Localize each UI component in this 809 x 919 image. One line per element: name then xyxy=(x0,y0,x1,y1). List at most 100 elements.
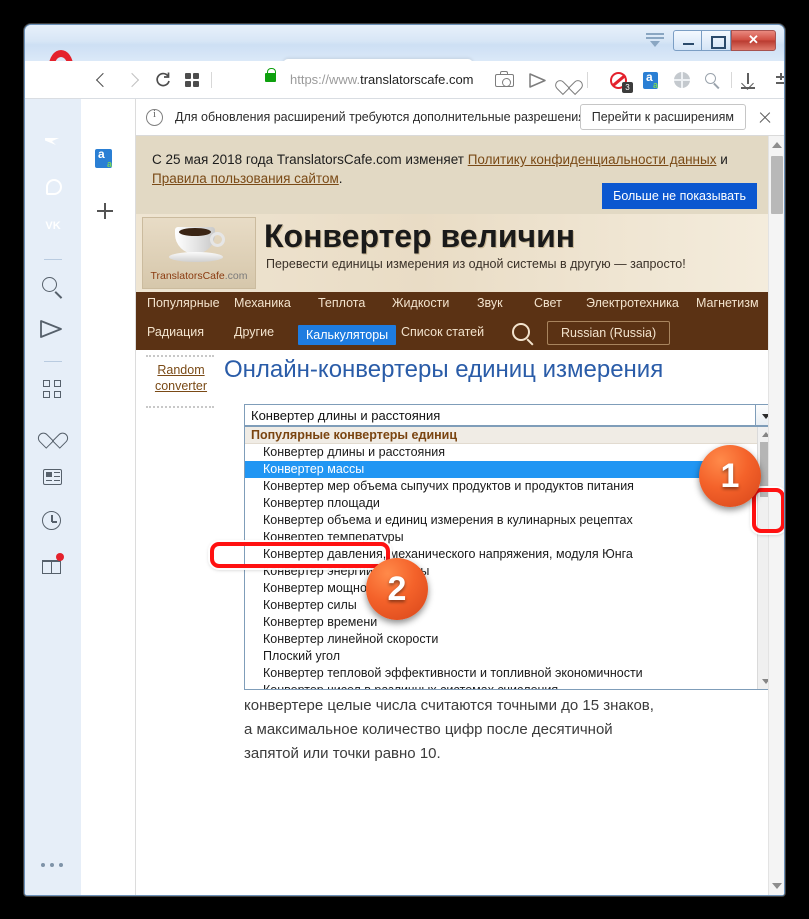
privacy-policy-link[interactable]: Политику конфиденциальности данных xyxy=(468,152,717,167)
page-scroll-thumb[interactable] xyxy=(771,156,783,214)
scroll-up-icon[interactable] xyxy=(762,432,768,437)
download-icon[interactable] xyxy=(741,71,762,90)
minimize-button[interactable] xyxy=(673,30,702,51)
favorites-heart-icon[interactable] xyxy=(38,419,68,449)
dropdown-option-power[interactable]: Конвертер мощности xyxy=(245,580,768,597)
search-icon[interactable] xyxy=(512,323,530,341)
nav-item-electrical[interactable]: Электротехника xyxy=(586,296,679,310)
site-nav-row-2: Радиация Другие Калькуляторы Список стат… xyxy=(136,319,768,350)
dropdown-option-dry-volume[interactable]: Конвертер мер объема сыпучих продуктов и… xyxy=(245,478,768,495)
dismiss-privacy-button[interactable]: Больше не показывать xyxy=(602,183,757,209)
terms-of-use-link[interactable]: Правила пользования сайтом xyxy=(152,171,339,186)
toolbar-divider xyxy=(211,72,212,88)
dropdown-option-angle[interactable]: Плоский угол xyxy=(245,648,768,665)
opera-sidebar xyxy=(25,99,81,895)
sidebar-divider xyxy=(44,259,62,260)
dropdown-option-cooking[interactable]: Конвертер объема и единиц измерения в ку… xyxy=(245,512,768,529)
screenshot-root: Lumpics.ru TC Online Unit Converters htt… xyxy=(0,0,809,919)
address-bar: https://www.translatorscafe.com 3 xyxy=(25,61,784,99)
speed-dial-icon[interactable] xyxy=(182,70,202,90)
extension-permission-bar: Для обновления расширений требуются допо… xyxy=(136,99,784,136)
page-description-text: конвертере целые числа считаются точными… xyxy=(244,697,654,762)
page-viewport: С 25 мая 2018 года TranslatorsCafe.com и… xyxy=(136,136,768,895)
divider xyxy=(146,406,214,408)
easy-setup-icon[interactable] xyxy=(775,71,784,90)
chevron-down-icon[interactable] xyxy=(755,404,768,426)
scroll-down-icon[interactable] xyxy=(762,679,768,684)
extension-panel-column xyxy=(81,99,136,895)
converter-select-input[interactable]: Конвертер длины и расстояния xyxy=(244,404,768,426)
scroll-up-icon[interactable] xyxy=(772,142,782,148)
send-icon[interactable] xyxy=(528,71,547,90)
url-text[interactable]: https://www.translatorscafe.com xyxy=(290,72,474,87)
toolbar-divider xyxy=(587,72,588,88)
nav-item-light[interactable]: Свет xyxy=(534,296,562,310)
search-icon[interactable] xyxy=(38,273,68,303)
reload-icon[interactable] xyxy=(153,70,173,90)
privacy-text-before: С 25 мая 2018 года TranslatorsCafe.com и… xyxy=(152,152,468,167)
language-selector[interactable]: Russian (Russia) xyxy=(547,321,671,345)
nav-item-other[interactable]: Другие xyxy=(234,325,274,339)
back-icon[interactable] xyxy=(91,70,111,90)
news-icon[interactable] xyxy=(38,463,68,493)
adblock-icon[interactable]: 3 xyxy=(610,71,633,93)
nav-item-heat[interactable]: Теплота xyxy=(318,296,365,310)
nav-item-sound[interactable]: Звук xyxy=(477,296,503,310)
vk-icon[interactable] xyxy=(38,215,68,245)
tab-menu-icon[interactable] xyxy=(646,31,664,49)
forward-icon[interactable] xyxy=(123,70,143,90)
logo-brand-tld: .com xyxy=(224,270,248,282)
dropdown-option-force[interactable]: Конвертер силы xyxy=(245,597,768,614)
translatorscafe-logo[interactable]: TranslatorsCafe.com xyxy=(142,217,256,289)
dropdown-option-area[interactable]: Конвертер площади xyxy=(245,495,768,512)
dropdown-option-efficiency[interactable]: Конвертер тепловой эффективности и топли… xyxy=(245,665,768,682)
dropdown-option-time[interactable]: Конвертер времени xyxy=(245,614,768,631)
toolbar-divider xyxy=(731,72,732,88)
vpn-globe-icon[interactable] xyxy=(673,71,692,90)
more-dots-icon[interactable] xyxy=(39,863,67,869)
sidebar-divider xyxy=(44,361,62,362)
annotation-marker-2: 2 xyxy=(366,558,428,620)
url-scheme: https://www. xyxy=(290,72,361,87)
url-host: translatorscafe.com xyxy=(360,72,474,87)
dropdown-option-numeral[interactable]: Конвертер чисел в различных системах счи… xyxy=(245,682,768,689)
extensions-box-icon[interactable] xyxy=(38,551,68,581)
nav-item-articles[interactable]: Список статей xyxy=(401,325,484,339)
window-controls xyxy=(673,30,776,51)
nav-item-magnetism[interactable]: Магнетизм xyxy=(696,296,759,310)
coffee-cup-icon xyxy=(169,223,225,262)
annotation-marker-1: 1 xyxy=(699,445,761,507)
random-converter-link[interactable]: Random converter xyxy=(146,362,216,394)
lock-icon[interactable] xyxy=(265,68,276,82)
divider xyxy=(146,355,214,357)
site-title: Конвертер величин xyxy=(264,218,576,254)
nav-item-popular[interactable]: Популярные xyxy=(147,296,220,310)
close-window-button[interactable] xyxy=(731,30,776,51)
nav-item-mechanics[interactable]: Механика xyxy=(234,296,291,310)
annotation-highlight-mass-option xyxy=(210,542,390,568)
whatsapp-icon[interactable] xyxy=(38,171,68,201)
nav-item-radiation[interactable]: Радиация xyxy=(147,325,204,339)
dropdown-option-velocity[interactable]: Конвертер линейной скорости xyxy=(245,631,768,648)
nav-item-liquids[interactable]: Жидкости xyxy=(392,296,449,310)
find-in-page-icon[interactable] xyxy=(703,71,722,90)
dropdown-option-mass[interactable]: Конвертер массы xyxy=(245,461,768,478)
logo-brand-text: TranslatorsCafe.com xyxy=(143,270,255,282)
history-clock-icon[interactable] xyxy=(38,507,68,537)
dropdown-option-length[interactable]: Конвертер длины и расстояния xyxy=(245,444,768,461)
abbyy-translator-icon[interactable] xyxy=(642,70,661,90)
abbyy-panel-icon[interactable] xyxy=(95,147,114,170)
messenger-icon[interactable] xyxy=(38,127,68,157)
add-panel-icon[interactable] xyxy=(97,203,113,219)
maximize-button[interactable] xyxy=(702,30,731,51)
close-icon[interactable] xyxy=(754,106,776,128)
nav-item-calculators[interactable]: Калькуляторы xyxy=(298,325,397,345)
go-to-extensions-button[interactable]: Перейти к расширениям xyxy=(579,104,746,130)
opera-browser-window: Lumpics.ru TC Online Unit Converters htt… xyxy=(24,24,785,896)
speed-dial-icon[interactable] xyxy=(38,375,68,405)
info-icon xyxy=(146,108,163,126)
snapshot-camera-icon[interactable] xyxy=(495,71,514,90)
heart-icon[interactable] xyxy=(559,71,578,90)
scroll-down-icon[interactable] xyxy=(772,883,782,889)
telegram-icon[interactable] xyxy=(38,317,68,347)
